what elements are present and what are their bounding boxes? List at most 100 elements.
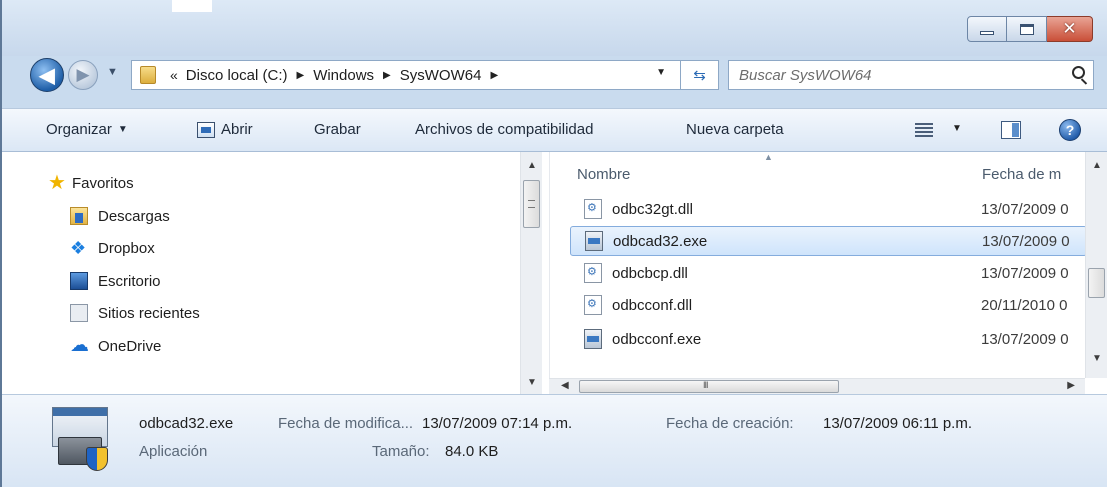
details-created-value: 13/07/2009 06:11 p.m.: [823, 415, 973, 432]
refresh-icon: ⇆: [693, 67, 706, 84]
nav-item-label: OneDrive: [98, 337, 162, 355]
forward-arrow-icon: ▶: [76, 65, 90, 84]
address-history-dropdown[interactable]: ▼: [656, 67, 666, 78]
recent-places-icon: [70, 304, 88, 322]
details-size-label: Tamaño:: [372, 443, 430, 460]
burn-label: Grabar: [314, 121, 361, 138]
breadcrumb-separator-icon[interactable]: ▶: [296, 70, 304, 81]
compatibility-files-label: Archivos de compatibilidad: [415, 121, 594, 138]
nav-item-desktop[interactable]: Escritorio: [70, 272, 161, 290]
nav-item-label: Sitios recientes: [98, 304, 200, 322]
file-date: 13/07/2009 0: [981, 200, 1069, 218]
nav-item-dropbox[interactable]: ❖ Dropbox: [70, 239, 155, 257]
breadcrumb-separator-icon[interactable]: ▶: [383, 70, 391, 81]
breadcrumb-item-windows[interactable]: Windows: [313, 67, 374, 84]
scroll-down-icon[interactable]: ▼: [527, 377, 537, 388]
file-row[interactable]: odbcconf.exe 13/07/2009 0: [570, 324, 1087, 354]
views-icon[interactable]: [915, 123, 933, 137]
explorer-window: ✕ ◀ ▶ ▼ « Disco local (C:) ▶ Windows ▶ S…: [0, 0, 1107, 487]
breadcrumb-overflow[interactable]: «: [170, 67, 178, 83]
star-icon: ★: [48, 172, 66, 194]
open-icon: [197, 121, 215, 138]
file-row[interactable]: odbc32gt.dll 13/07/2009 0: [570, 194, 1087, 224]
recent-pages-dropdown[interactable]: ▼: [107, 66, 118, 78]
scrollbar-thumb[interactable]: III: [579, 380, 839, 393]
nav-item-label: Favoritos: [71, 174, 134, 192]
search-box[interactable]: [728, 60, 1094, 90]
exe-file-icon: [584, 329, 602, 349]
new-folder-button[interactable]: Nueva carpeta: [686, 121, 784, 138]
file-name: odbcconf.dll: [612, 296, 693, 314]
file-date: 20/11/2010 0: [981, 296, 1068, 314]
back-button[interactable]: ◀: [30, 58, 64, 92]
scroll-down-icon[interactable]: ▼: [1092, 353, 1102, 364]
file-row[interactable]: odbcbcp.dll 13/07/2009 0: [570, 258, 1087, 288]
window-caption-buttons: ✕: [967, 16, 1093, 42]
file-row-selected[interactable]: odbcad32.exe 13/07/2009 0: [570, 226, 1087, 256]
file-row[interactable]: odbcconf.dll 20/11/2010 0: [570, 290, 1087, 320]
maximize-icon: [1019, 23, 1034, 35]
preview-pane-icon[interactable]: [1001, 121, 1021, 139]
search-icon[interactable]: [1072, 66, 1085, 79]
dll-file-icon: [584, 295, 602, 315]
uac-shield-icon: [86, 447, 108, 471]
scrollbar-thumb[interactable]: [1088, 268, 1105, 298]
column-header-name[interactable]: Nombre: [577, 166, 630, 183]
file-date: 13/07/2009 0: [982, 232, 1070, 250]
file-name: odbcbcp.dll: [612, 264, 688, 282]
nav-item-recent-places[interactable]: Sitios recientes: [70, 304, 200, 322]
nav-item-label: Dropbox: [98, 239, 155, 257]
address-bar[interactable]: « Disco local (C:) ▶ Windows ▶ SysWOW64 …: [131, 60, 681, 90]
command-bar: Organizar ▼ Abrir Grabar Archivos de com…: [2, 108, 1107, 152]
search-input[interactable]: [739, 66, 1049, 84]
dll-file-icon: [584, 199, 602, 219]
close-button[interactable]: ✕: [1047, 16, 1093, 42]
exe-file-icon: [585, 231, 603, 251]
folder-icon: [140, 66, 156, 84]
scroll-left-icon[interactable]: ◀: [561, 380, 569, 391]
breadcrumb-item-disk[interactable]: Disco local (C:): [186, 67, 288, 84]
title-bar[interactable]: [2, 0, 1107, 56]
file-name: odbcad32.exe: [613, 232, 708, 250]
breadcrumb-item-syswow64[interactable]: SysWOW64: [400, 67, 482, 84]
onedrive-icon: ☁: [70, 335, 89, 356]
open-button[interactable]: Abrir: [197, 121, 253, 138]
details-created-label: Fecha de creación:: [666, 415, 794, 432]
details-file-name: odbcad32.exe: [139, 415, 234, 432]
nav-item-downloads[interactable]: Descargas: [70, 207, 170, 225]
nav-item-favorites[interactable]: ★ Favoritos: [48, 172, 134, 194]
file-list: ▲ Nombre Fecha de m odbc32gt.dll 13/07/2…: [549, 152, 1107, 394]
burn-button[interactable]: Grabar: [314, 121, 361, 138]
sort-ascending-icon: ▲: [764, 152, 773, 162]
column-header-date[interactable]: Fecha de m: [982, 166, 1074, 183]
file-name: odbcconf.exe: [612, 330, 702, 348]
details-file-type: Aplicación: [139, 443, 208, 460]
breadcrumb-separator-icon[interactable]: ▶: [490, 70, 498, 81]
file-date: 13/07/2009 0: [981, 330, 1069, 348]
organize-label: Organizar: [46, 121, 112, 138]
file-date: 13/07/2009 0: [981, 264, 1069, 282]
navigation-pane-scrollbar[interactable]: ▲ ▼: [520, 152, 542, 394]
scroll-right-icon[interactable]: ▶: [1067, 380, 1075, 391]
downloads-icon: [70, 207, 88, 225]
file-list-horizontal-scrollbar[interactable]: ◀ III ▶: [549, 378, 1085, 394]
file-list-vertical-scrollbar[interactable]: ▲ ▼: [1085, 152, 1107, 378]
details-modified-label: Fecha de modifica...: [278, 415, 414, 432]
help-icon[interactable]: ?: [1059, 119, 1081, 141]
scroll-up-icon[interactable]: ▲: [1092, 160, 1102, 171]
minimize-button[interactable]: [967, 16, 1007, 42]
views-dropdown-icon[interactable]: ▼: [952, 123, 962, 134]
new-folder-label: Nueva carpeta: [686, 121, 784, 138]
nav-item-label: Descargas: [98, 207, 170, 225]
scroll-up-icon[interactable]: ▲: [527, 160, 537, 171]
nav-item-label: Escritorio: [98, 272, 161, 290]
organize-button[interactable]: Organizar ▼: [46, 121, 128, 138]
scrollbar-thumb[interactable]: [523, 180, 540, 228]
compatibility-files-button[interactable]: Archivos de compatibilidad: [415, 121, 593, 138]
nav-item-onedrive[interactable]: ☁ OneDrive: [70, 335, 162, 356]
details-size-value: 84.0 KB: [445, 443, 499, 460]
refresh-button[interactable]: ⇆: [681, 60, 719, 90]
maximize-button[interactable]: [1007, 16, 1047, 42]
forward-button[interactable]: ▶: [68, 60, 98, 90]
open-label: Abrir: [221, 121, 253, 138]
